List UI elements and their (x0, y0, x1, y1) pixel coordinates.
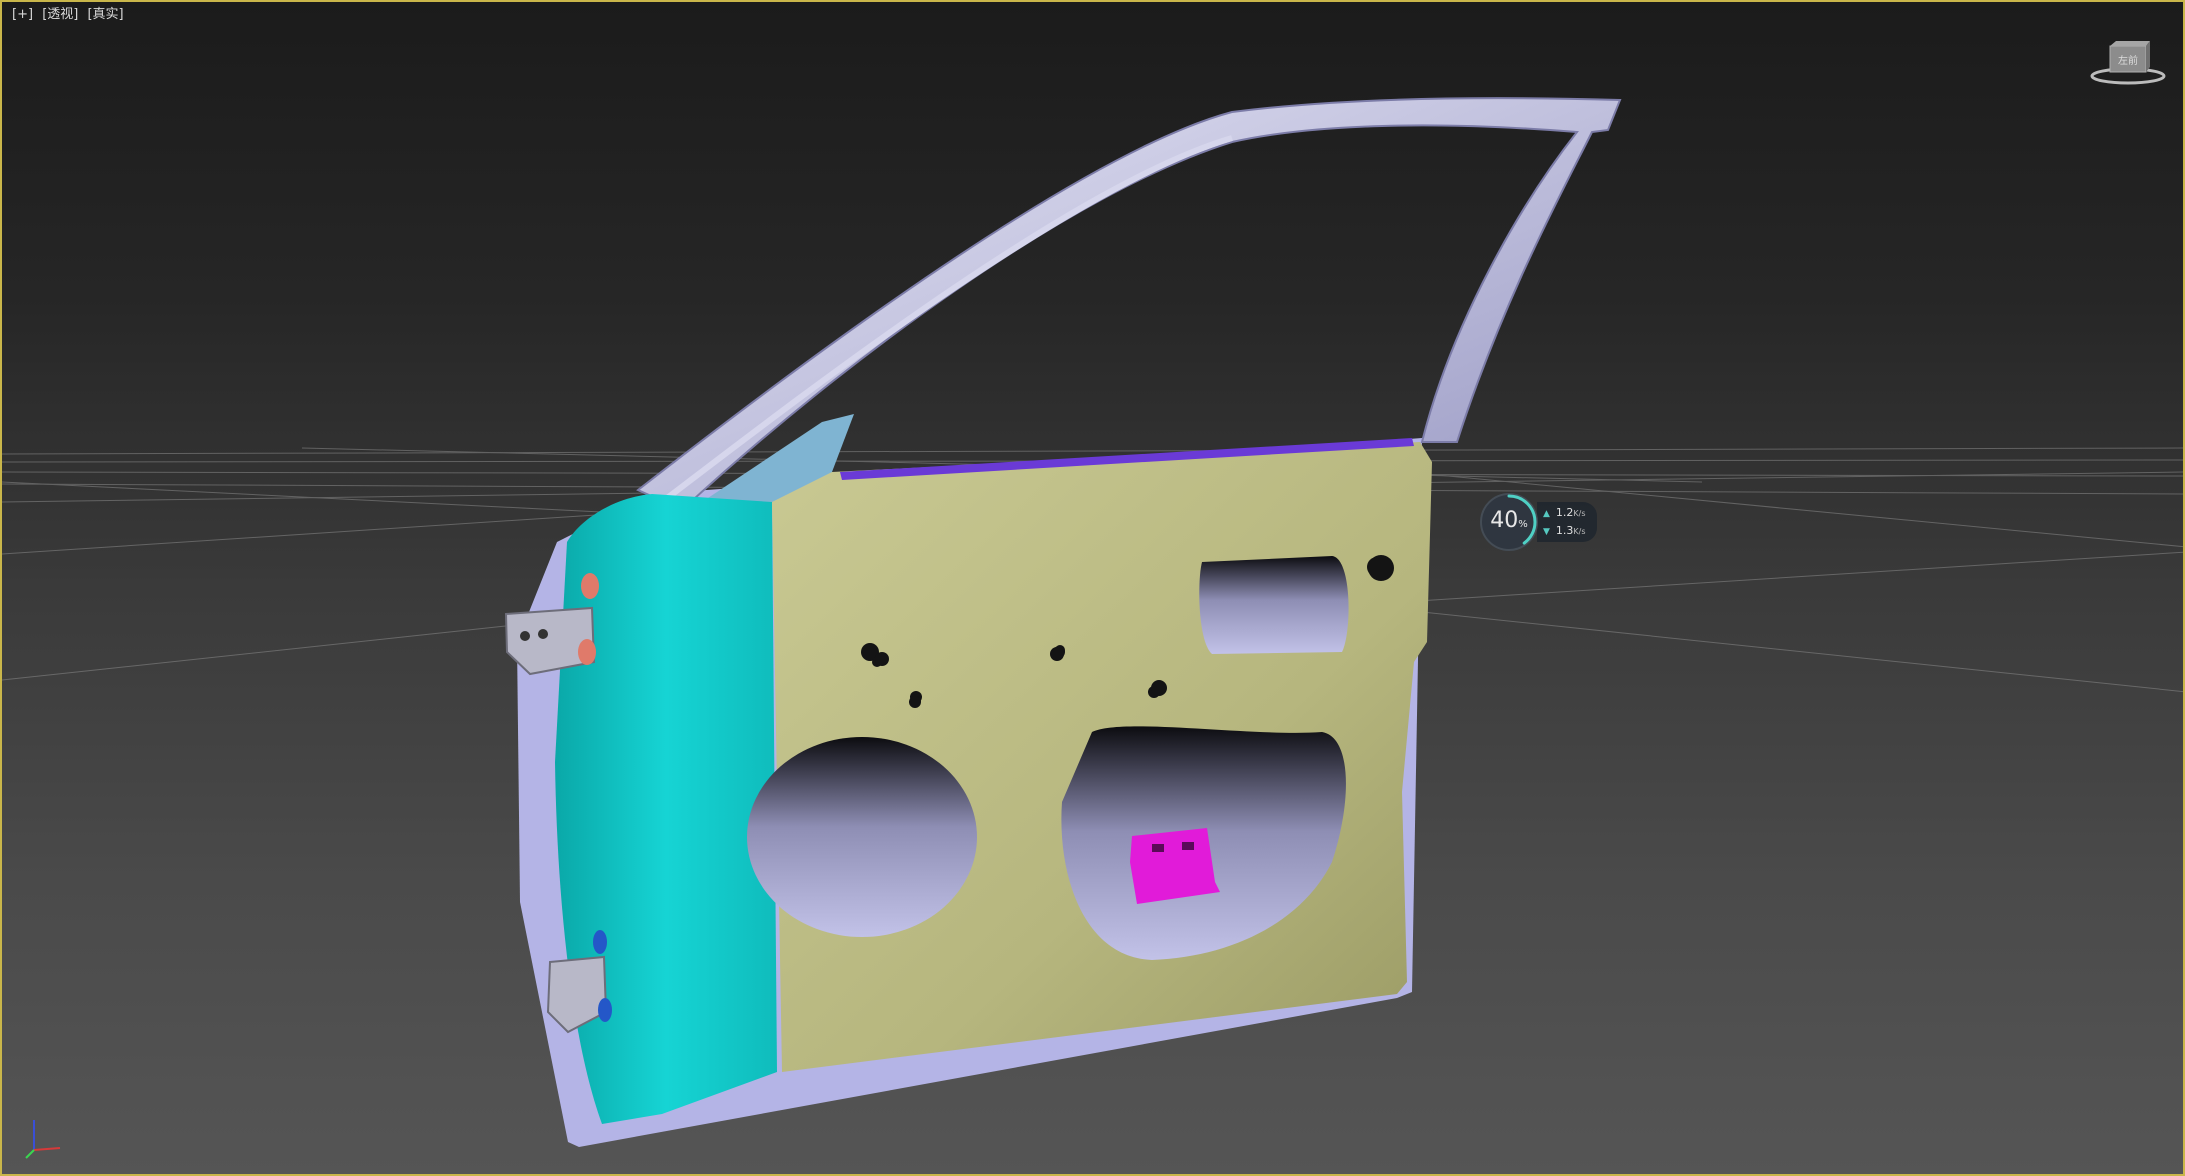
hinge-bolt (520, 631, 530, 641)
car-door-model[interactable] (504, 97, 1622, 1147)
scene-canvas[interactable] (2, 2, 2185, 1176)
viewcube-face-label: 左前 (2118, 54, 2138, 67)
hinge-bolt-blue (593, 930, 607, 954)
hinge-bolt (538, 629, 548, 639)
upload-rate: ▲ 1.2K/s (1543, 506, 1586, 519)
view-mode-button[interactable]: [透视] (42, 7, 78, 22)
hinge-bolt-red (578, 639, 596, 665)
3d-viewport[interactable]: [+] [透视] [真实] 左前 ▲ 1.2K/s ▼ 1.3K/s 40% (0, 0, 2185, 1176)
arrow-down-icon: ▼ (1543, 527, 1550, 537)
shading-mode-button[interactable]: [真实] (87, 7, 123, 22)
arrow-up-icon: ▲ (1543, 509, 1550, 519)
upper-access-opening (1199, 556, 1349, 654)
viewport-label[interactable]: [+] [透视] [真实] (12, 6, 129, 24)
bracket-hole (1152, 844, 1164, 852)
download-rate: ▼ 1.3K/s (1543, 524, 1586, 537)
viewcube-icon[interactable]: 左前 (2088, 38, 2168, 86)
hinge-bolt-blue (598, 998, 612, 1022)
axis-tripod-icon (25, 1120, 61, 1159)
performance-widget[interactable]: ▲ 1.2K/s ▼ 1.3K/s 40% (1479, 492, 1599, 552)
viewport-menu-button[interactable]: [+] (12, 7, 33, 22)
bracket-hole (1182, 842, 1194, 850)
performance-percent: 40% (1490, 508, 1528, 533)
magenta-bracket (1130, 828, 1220, 904)
speaker-opening (747, 737, 977, 937)
hinge-bolt-red (581, 573, 599, 599)
network-rate-panel: ▲ 1.2K/s ▼ 1.3K/s (1537, 502, 1597, 542)
upper-hinge (504, 606, 596, 676)
